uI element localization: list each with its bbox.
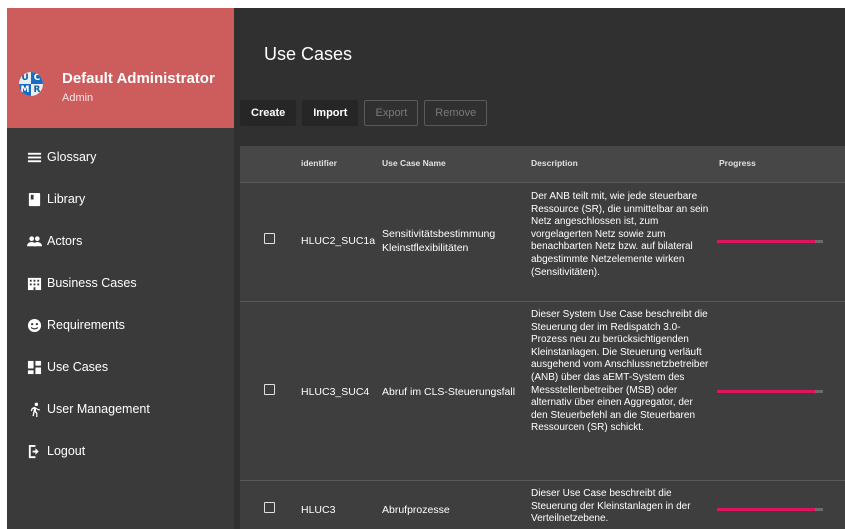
row-name: Abruf im CLS-Steuerungsfall	[382, 386, 516, 398]
column-header-name[interactable]: Use Case Name	[382, 158, 446, 168]
sidebar-item-actors[interactable]: Actors	[7, 220, 234, 262]
toolbar: Create Import Export Remove	[240, 100, 488, 128]
row-identifier: HLUC2_SUC1a	[301, 235, 376, 247]
sidebar-item-requirements[interactable]: Requirements	[7, 304, 234, 346]
row-checkbox[interactable]	[264, 502, 275, 513]
avatar-letter: C	[31, 72, 43, 84]
app-window: U C M R Default Administrator Admin Glos…	[7, 8, 845, 529]
page-title: Use Cases	[264, 44, 353, 64]
profile-name: Default Administrator	[62, 70, 215, 87]
row-name: Sensitivitätsbestimmung Kleinstflexibili…	[382, 228, 496, 254]
sidebar-item-label: Requirements	[47, 318, 125, 332]
avatar-letter: M	[19, 84, 31, 96]
sidebar-item-label: Business Cases	[47, 276, 137, 290]
row-name: Abrufprozesse	[382, 504, 450, 516]
people-icon	[25, 232, 43, 250]
row-checkbox[interactable]	[264, 384, 275, 395]
profile-header: U C M R Default Administrator Admin	[7, 8, 234, 128]
sidebar-item-library[interactable]: Library	[7, 178, 234, 220]
create-button[interactable]: Create	[240, 100, 297, 126]
face-icon	[25, 316, 43, 334]
sidebar-item-glossary[interactable]: Glossary	[7, 136, 234, 178]
column-header-progress[interactable]: Progress	[719, 158, 756, 168]
dashboard-icon	[25, 358, 43, 376]
export-button[interactable]: Export	[364, 100, 419, 126]
row-description: Dieser Use Case beschreibt die Steuerung…	[531, 488, 691, 525]
sidebar-item-label: Actors	[47, 234, 83, 248]
avatar: U C M R	[19, 72, 43, 96]
sidebar-item-label: Use Cases	[47, 360, 109, 374]
sidebar-item-use-cases[interactable]: Use Cases	[7, 346, 234, 388]
sidebar-item-business-cases[interactable]: Business Cases	[7, 262, 234, 304]
avatar-letter: R	[33, 85, 41, 95]
table-row[interactable]: HLUC2_SUC1a Sensitivitätsbestimmung Klei…	[240, 182, 845, 301]
sidebar-item-user-management[interactable]: User Management	[7, 388, 234, 430]
sidebar: U C M R Default Administrator Admin Glos…	[7, 8, 234, 529]
building-icon	[25, 274, 43, 292]
sidebar-item-label: User Management	[47, 402, 150, 416]
list-icon	[25, 148, 43, 166]
sidebar-item-label: Glossary	[47, 150, 97, 164]
sidebar-item-label: Library	[47, 192, 86, 206]
column-header-identifier[interactable]: identifier	[301, 158, 337, 168]
row-checkbox[interactable]	[264, 233, 275, 244]
table-row[interactable]: HLUC3 Abrufprozesse Dieser Use Case besc…	[240, 480, 845, 529]
import-button[interactable]: Import	[302, 100, 359, 126]
table-header: identifier Use Case Name Description Pro…	[240, 146, 845, 182]
book-icon	[25, 190, 43, 208]
row-description: Dieser System Use Case beschreibt die St…	[531, 309, 709, 434]
row-description: Der ANB teilt mit, wie jede steuerbare R…	[531, 191, 709, 278]
table-row[interactable]: HLUC3_SUC4 Abruf im CLS-Steuerungsfall D…	[240, 301, 845, 480]
main-content: Use Cases Create Import Export Remove id…	[234, 8, 845, 529]
remove-button[interactable]: Remove	[424, 100, 488, 126]
row-identifier: HLUC3_SUC4	[301, 386, 370, 398]
row-progress-bar	[717, 240, 823, 243]
column-header-description[interactable]: Description	[531, 158, 578, 168]
progress-fill	[717, 390, 815, 393]
sidebar-item-label: Logout	[47, 444, 86, 458]
row-progress-bar	[717, 508, 823, 511]
use-case-table: identifier Use Case Name Description Pro…	[240, 146, 845, 529]
avatar-letter: U	[21, 73, 29, 83]
sidebar-nav: Glossary Library Actors Business Cases R…	[7, 136, 234, 472]
progress-fill	[717, 508, 815, 511]
logout-icon	[25, 442, 43, 460]
progress-fill	[717, 240, 815, 243]
running-person-icon	[25, 400, 43, 418]
row-identifier: HLUC3	[301, 504, 336, 516]
profile-role: Admin	[62, 92, 94, 104]
row-progress-bar	[717, 390, 823, 393]
sidebar-item-logout[interactable]: Logout	[7, 430, 234, 472]
